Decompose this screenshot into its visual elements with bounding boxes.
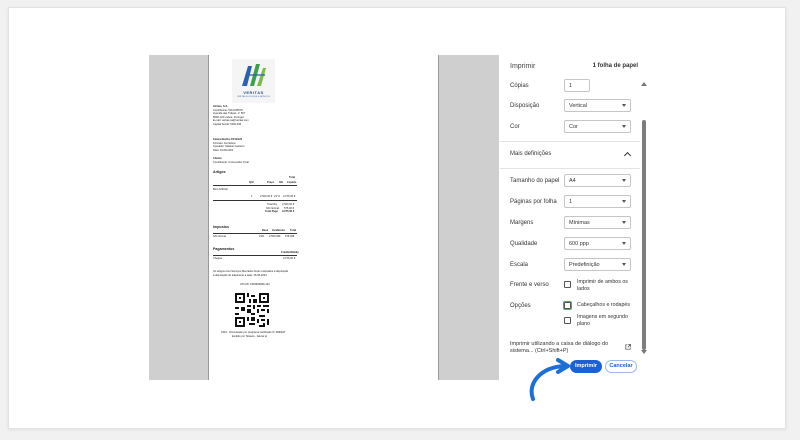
items-heading: Artigos <box>213 170 226 174</box>
headers-footers-label: Cabeçalhos e rodapés <box>577 302 631 308</box>
paper-size-value: A4 <box>569 178 576 184</box>
quality-select[interactable]: 600 ppp <box>564 237 631 250</box>
chevron-down-icon <box>622 263 626 266</box>
more-settings-toggle[interactable]: Mais definições <box>510 151 632 161</box>
duplex-checkbox[interactable] <box>564 281 571 288</box>
margins-value: Mínimas <box>569 220 590 226</box>
print-preview: VERITAS VERITAS SOLUÇÕES E SERVIÇOS Veri… <box>149 55 499 380</box>
tax-col-rate: Incidência <box>272 229 285 232</box>
item-qty: 1 <box>251 195 253 198</box>
veritas-logo-icon <box>242 64 266 86</box>
items-line <box>213 200 297 201</box>
background-images-checkbox[interactable] <box>564 317 571 324</box>
qr-code-icon <box>235 293 269 327</box>
scroll-down-arrow-icon[interactable] <box>641 350 647 354</box>
company-capital: Capital Social: 5000,00€ <box>213 122 242 126</box>
logo-subtext: VERITAS SOLUÇÕES E SERVIÇOS <box>237 96 270 98</box>
tax-name: IVA Normal <box>213 235 226 238</box>
scale-value: Predefinição <box>569 262 600 268</box>
items-col-qty: Qtd <box>249 181 254 184</box>
document-date: Data: 16-08-2024 <box>213 148 234 152</box>
preview-page: VERITAS VERITAS SOLUÇÕES E SERVIÇOS Veri… <box>208 55 439 380</box>
total-label: Total Pago <box>265 210 279 213</box>
tax-total: 575,00€ <box>285 235 295 238</box>
tax-rate: 23% <box>259 235 265 238</box>
duplex-label: Frente e verso <box>510 282 549 288</box>
more-settings-label: Mais definições <box>510 151 552 157</box>
print-title: Imprimir <box>510 63 536 70</box>
pages-per-sheet-select[interactable]: 1 <box>564 195 631 208</box>
chevron-down-icon <box>622 125 626 128</box>
taxes-heading: Impostos <box>213 225 229 229</box>
paper-size-select[interactable]: A4 <box>564 174 631 187</box>
print-settings-panel: Imprimir 1 folha de papel Cópias 1 Dispo… <box>500 55 648 355</box>
paper-size-label: Tamanho do papel <box>510 178 560 184</box>
chevron-down-icon <box>622 104 626 107</box>
chevron-down-icon <box>622 179 626 182</box>
chevron-up-icon <box>623 151 632 160</box>
print-button[interactable]: Imprimir <box>570 360 602 373</box>
layout-value: Vertical <box>569 103 588 109</box>
system-dialog-link[interactable]: Imprimir utilizando a caixa de diálogo d… <box>510 341 620 355</box>
payments-col: Crédito/Débito <box>281 251 299 254</box>
layout-label: Disposição <box>510 103 540 109</box>
items-header-line <box>213 185 297 186</box>
footer-text-2: Emitido por Sitiauto - faturar.pt <box>232 334 268 338</box>
layout-select[interactable]: Vertical <box>564 99 631 112</box>
payments-heading: Pagamentos <box>213 247 235 251</box>
color-value: Cor <box>569 124 578 130</box>
items-col-price: Preço <box>267 181 275 184</box>
item-iva: 23 % <box>274 195 280 198</box>
taxes-header-line <box>213 233 297 234</box>
copies-input[interactable]: 1 <box>564 79 590 92</box>
payments-header-line <box>213 255 297 256</box>
chevron-down-icon <box>622 221 626 224</box>
margins-label: Margens <box>510 220 534 226</box>
items-col-iva: IVA <box>279 181 284 184</box>
item-price: 2.500,00 € <box>260 195 273 198</box>
divider <box>500 141 640 142</box>
legal-text-2: à disposição do adquirente a data: 16-08… <box>213 273 267 277</box>
atcud: ATCUD: FR/9999999-123 <box>240 283 270 286</box>
item-name: Bico Artificial <box>213 188 228 191</box>
color-select[interactable]: Cor <box>564 120 631 133</box>
cancel-button[interactable]: Cancelar <box>605 360 637 373</box>
scale-select[interactable]: Predefinição <box>564 258 631 271</box>
divider <box>500 168 640 169</box>
sheet-count: 1 folha de papel <box>592 63 638 69</box>
payment-value: 3.075,00 € <box>283 257 296 260</box>
tax-col-base: Base <box>262 229 269 232</box>
chevron-down-icon <box>622 200 626 203</box>
items-col-total-header: Total <box>289 176 296 179</box>
pages-per-sheet-label: Páginas por folha <box>510 199 557 205</box>
payment-method: Cheque <box>213 257 223 260</box>
scroll-up-arrow-icon[interactable] <box>641 82 647 86</box>
client-name: Contribuinte: Consumidor Final <box>213 160 249 164</box>
copies-label: Cópias <box>510 83 529 89</box>
scale-label: Escala <box>510 262 529 268</box>
chevron-down-icon <box>622 242 626 245</box>
item-total: 3.075,00 € <box>283 195 296 198</box>
logo-text: VERITAS <box>243 90 264 95</box>
duplex-option-label: Imprimir de ambos os lados <box>577 279 628 292</box>
company-logo: VERITAS VERITAS SOLUÇÕES E SERVIÇOS <box>232 59 275 103</box>
tax-base: 2.500,00€ <box>269 235 281 238</box>
quality-label: Qualidade <box>510 241 538 247</box>
pages-per-sheet-value: 1 <box>569 199 573 205</box>
external-link-icon <box>625 344 631 350</box>
options-label: Opções <box>510 303 531 309</box>
color-label: Cor <box>510 124 520 130</box>
total-value: 3.075,00 € <box>282 210 295 213</box>
quality-value: 600 ppp <box>569 241 589 247</box>
pointer-arrow-icon <box>529 358 570 401</box>
headers-footers-checkbox[interactable] <box>562 300 573 311</box>
tax-col-total: Total <box>290 229 297 232</box>
margins-select[interactable]: Mínimas <box>564 216 631 229</box>
settings-scrollbar[interactable] <box>642 120 646 350</box>
background-images-label: Imagens em segundo plano <box>577 314 628 327</box>
items-col-total: Líquido <box>287 181 297 184</box>
